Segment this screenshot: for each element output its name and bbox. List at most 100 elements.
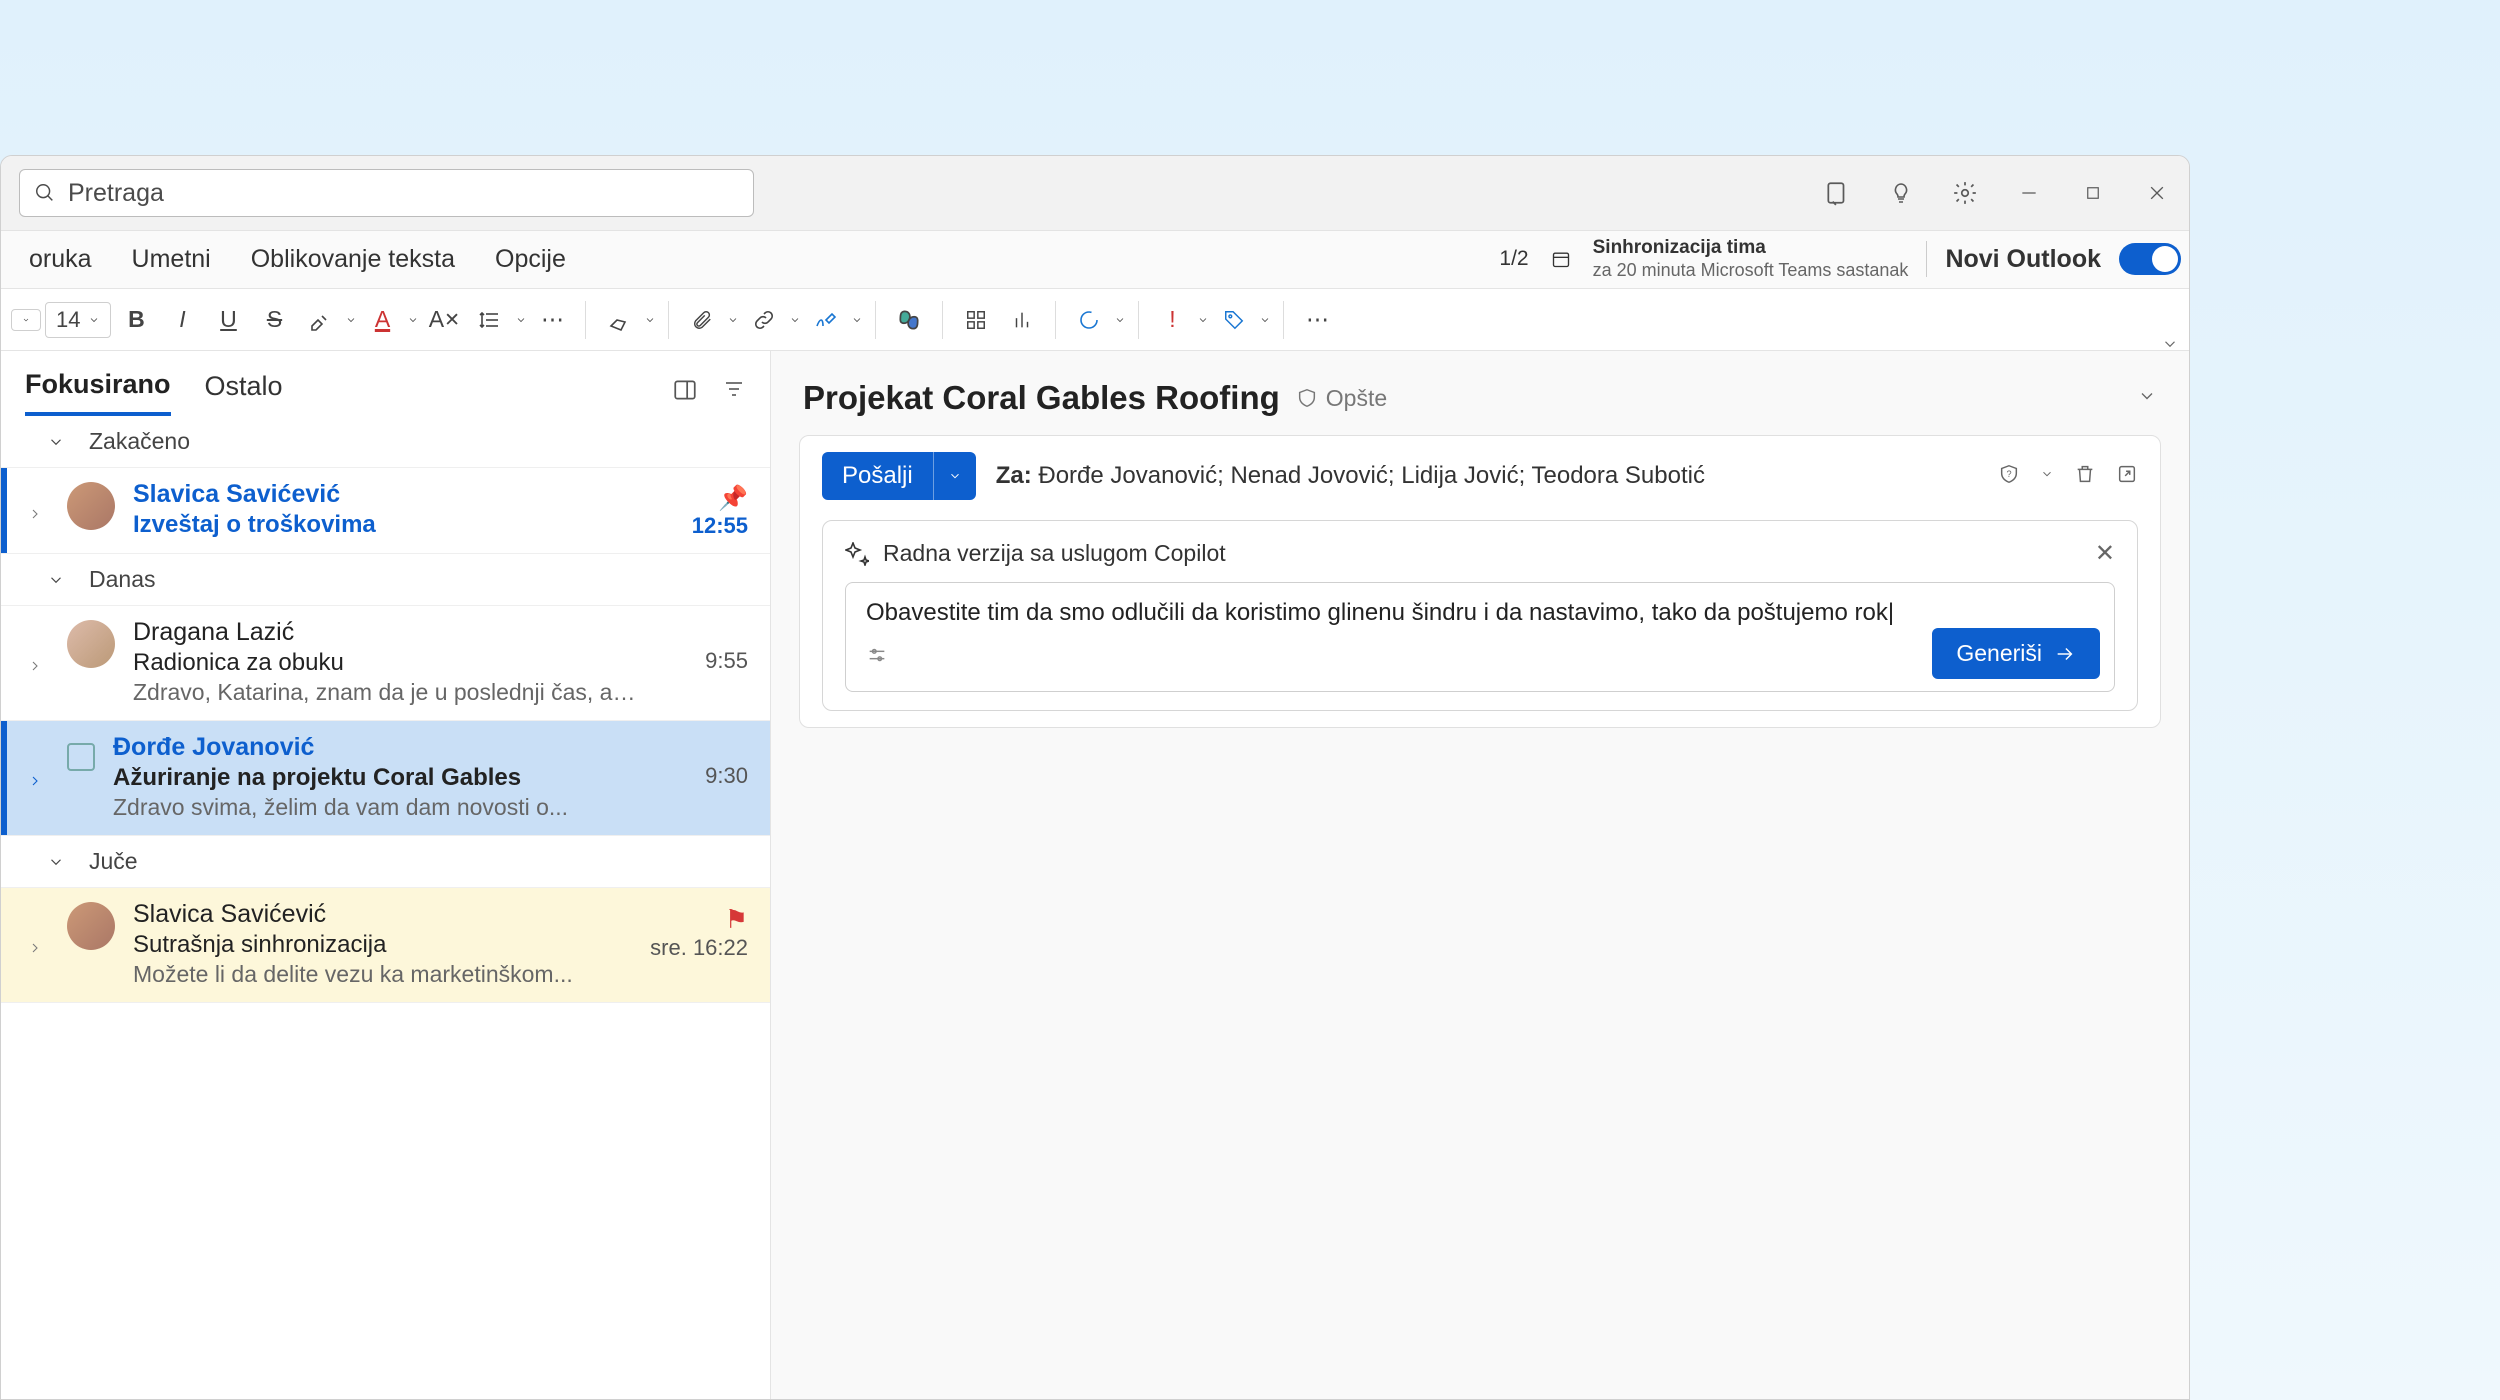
chevron-down-icon[interactable] [345,314,357,326]
list-item[interactable]: Đorđe Jovanović Ažuriranje na projektu C… [1,721,770,836]
checkbox[interactable] [67,743,95,771]
ribbon-tab-insert[interactable]: Umetni [112,239,231,280]
send-button[interactable]: Pošalji [822,452,976,500]
chevron-down-icon[interactable] [2040,467,2054,486]
group-today[interactable]: Danas [1,554,770,606]
chevron-down-icon[interactable] [515,314,527,326]
ribbon-tab-options[interactable]: Opcije [475,239,586,280]
page-indicator: 1/2 [1499,247,1528,271]
more-button[interactable]: ⋯ [1296,299,1338,341]
signature-button[interactable] [805,299,847,341]
calendar-icon[interactable] [1547,245,1575,273]
chevron-down-icon[interactable] [2137,386,2157,411]
group-pinned[interactable]: Zakačeno [1,416,770,468]
copilot-sparkle-icon [845,542,869,566]
adjust-icon[interactable] [866,644,888,673]
strike-button[interactable]: S [253,299,295,341]
close-icon[interactable]: ✕ [2095,539,2115,568]
chevron-down-icon[interactable] [407,314,419,326]
maximize-icon[interactable] [2079,179,2107,207]
copilot-prompt-input[interactable]: Obavestite tim da smo odlučili da korist… [845,582,2115,692]
list-item[interactable]: Dragana Lazić Radionica za obuku Zdravo,… [1,606,770,721]
search-icon [34,182,56,204]
gear-icon[interactable] [1951,179,1979,207]
italic-button[interactable]: I [161,299,203,341]
notes-icon[interactable] [1823,179,1851,207]
delete-icon[interactable] [2074,463,2096,490]
page-title: Projekat Coral Gables Roofing [803,379,1280,417]
close-icon[interactable] [2143,179,2171,207]
styles-button[interactable] [598,299,640,341]
group-yesterday[interactable]: Juče [1,836,770,888]
time: 9:30 [658,763,748,789]
poll-button[interactable] [1001,299,1043,341]
chevron-down-icon[interactable] [1259,314,1271,326]
search-placeholder: Pretraga [68,179,164,208]
svg-text:?: ? [2006,468,2011,478]
chevron-right-icon[interactable] [27,900,49,988]
reading-pane: Projekat Coral Gables Roofing Opšte Poša… [771,351,2189,1399]
sender: Dragana Lazić [133,618,640,647]
popout-icon[interactable] [2116,463,2138,490]
apps-button[interactable] [955,299,997,341]
generate-button[interactable]: Generiši [1932,628,2100,679]
chevron-down-icon [47,571,65,589]
chevron-down-icon[interactable] [1197,314,1209,326]
chevron-down-icon[interactable] [644,314,656,326]
copilot-title: Radna verzija sa uslugom Copilot [883,540,1226,567]
clear-format-button[interactable]: A✕ [423,299,465,341]
font-size-select[interactable]: 14 [45,302,111,338]
bold-button[interactable]: B [115,299,157,341]
chevron-right-icon[interactable] [27,480,49,539]
attach-button[interactable] [681,299,723,341]
chevron-down-icon[interactable] [727,314,739,326]
list-item[interactable]: Slavica Savićević Izveštaj o troškovima … [1,468,770,554]
sensitivity-tag[interactable]: Opšte [1296,385,1387,412]
pin-icon[interactable]: 📌 [658,484,748,513]
upcoming-meeting[interactable]: Sinhronizacija tima za 20 minuta Microso… [1593,237,1909,281]
selected-bar [1,721,7,835]
chevron-down-icon[interactable] [1114,314,1126,326]
ribbon-tab-message[interactable]: oruka [9,239,112,280]
underline-button[interactable]: U [207,299,249,341]
send-dropdown[interactable] [933,452,976,500]
unread-bar [1,468,7,553]
outlook-window: Pretraga oruka Umetni Oblikovanje teksta… [0,155,2190,1400]
tab-focused[interactable]: Fokusirano [25,369,171,416]
line-spacing-button[interactable] [469,299,511,341]
ribbon-tab-format[interactable]: Oblikovanje teksta [231,239,475,280]
chevron-down-icon[interactable] [851,314,863,326]
layout-icon[interactable] [672,377,698,408]
link-button[interactable] [743,299,785,341]
divider [668,301,669,339]
list-item[interactable]: Slavica Savićević Sutrašnja sinhronizaci… [1,888,770,1003]
divider [1283,301,1284,339]
subject: Radionica za obuku [133,649,640,677]
font-color-button[interactable]: A [361,299,403,341]
to-field[interactable]: Za: Đorđe Jovanović; Nenad Jovović; Lidi… [996,462,1705,490]
tab-other[interactable]: Ostalo [205,371,283,414]
font-family-select[interactable] [11,309,41,331]
message-list: Fokusirano Ostalo Zakačeno Slavica Savić… [1,351,771,1399]
chevron-right-icon[interactable] [27,618,49,706]
tag-button[interactable] [1213,299,1255,341]
subject: Ažuriranje na projektu Coral Gables [113,764,640,792]
chevron-down-icon [47,433,65,451]
importance-button[interactable]: ! [1151,299,1193,341]
sender: Đorđe Jovanović [113,733,640,762]
loop-button[interactable] [1068,299,1110,341]
lightbulb-icon[interactable] [1887,179,1915,207]
filter-icon[interactable] [722,377,746,408]
minimize-icon[interactable] [2015,179,2043,207]
more-format-button[interactable]: ⋯ [531,299,573,341]
chevron-down-icon[interactable] [789,314,801,326]
meeting-subtitle: za 20 minuta Microsoft Teams sastanak [1593,260,1909,282]
chevron-right-icon[interactable] [27,733,49,821]
highlight-button[interactable] [299,299,341,341]
time: 9:55 [658,648,748,674]
new-outlook-toggle[interactable] [2119,243,2181,275]
search-input[interactable]: Pretraga [19,169,754,217]
encrypt-icon[interactable]: ? [1998,463,2020,490]
flag-icon[interactable]: ⚑ [650,904,748,935]
copilot-button[interactable] [888,299,930,341]
